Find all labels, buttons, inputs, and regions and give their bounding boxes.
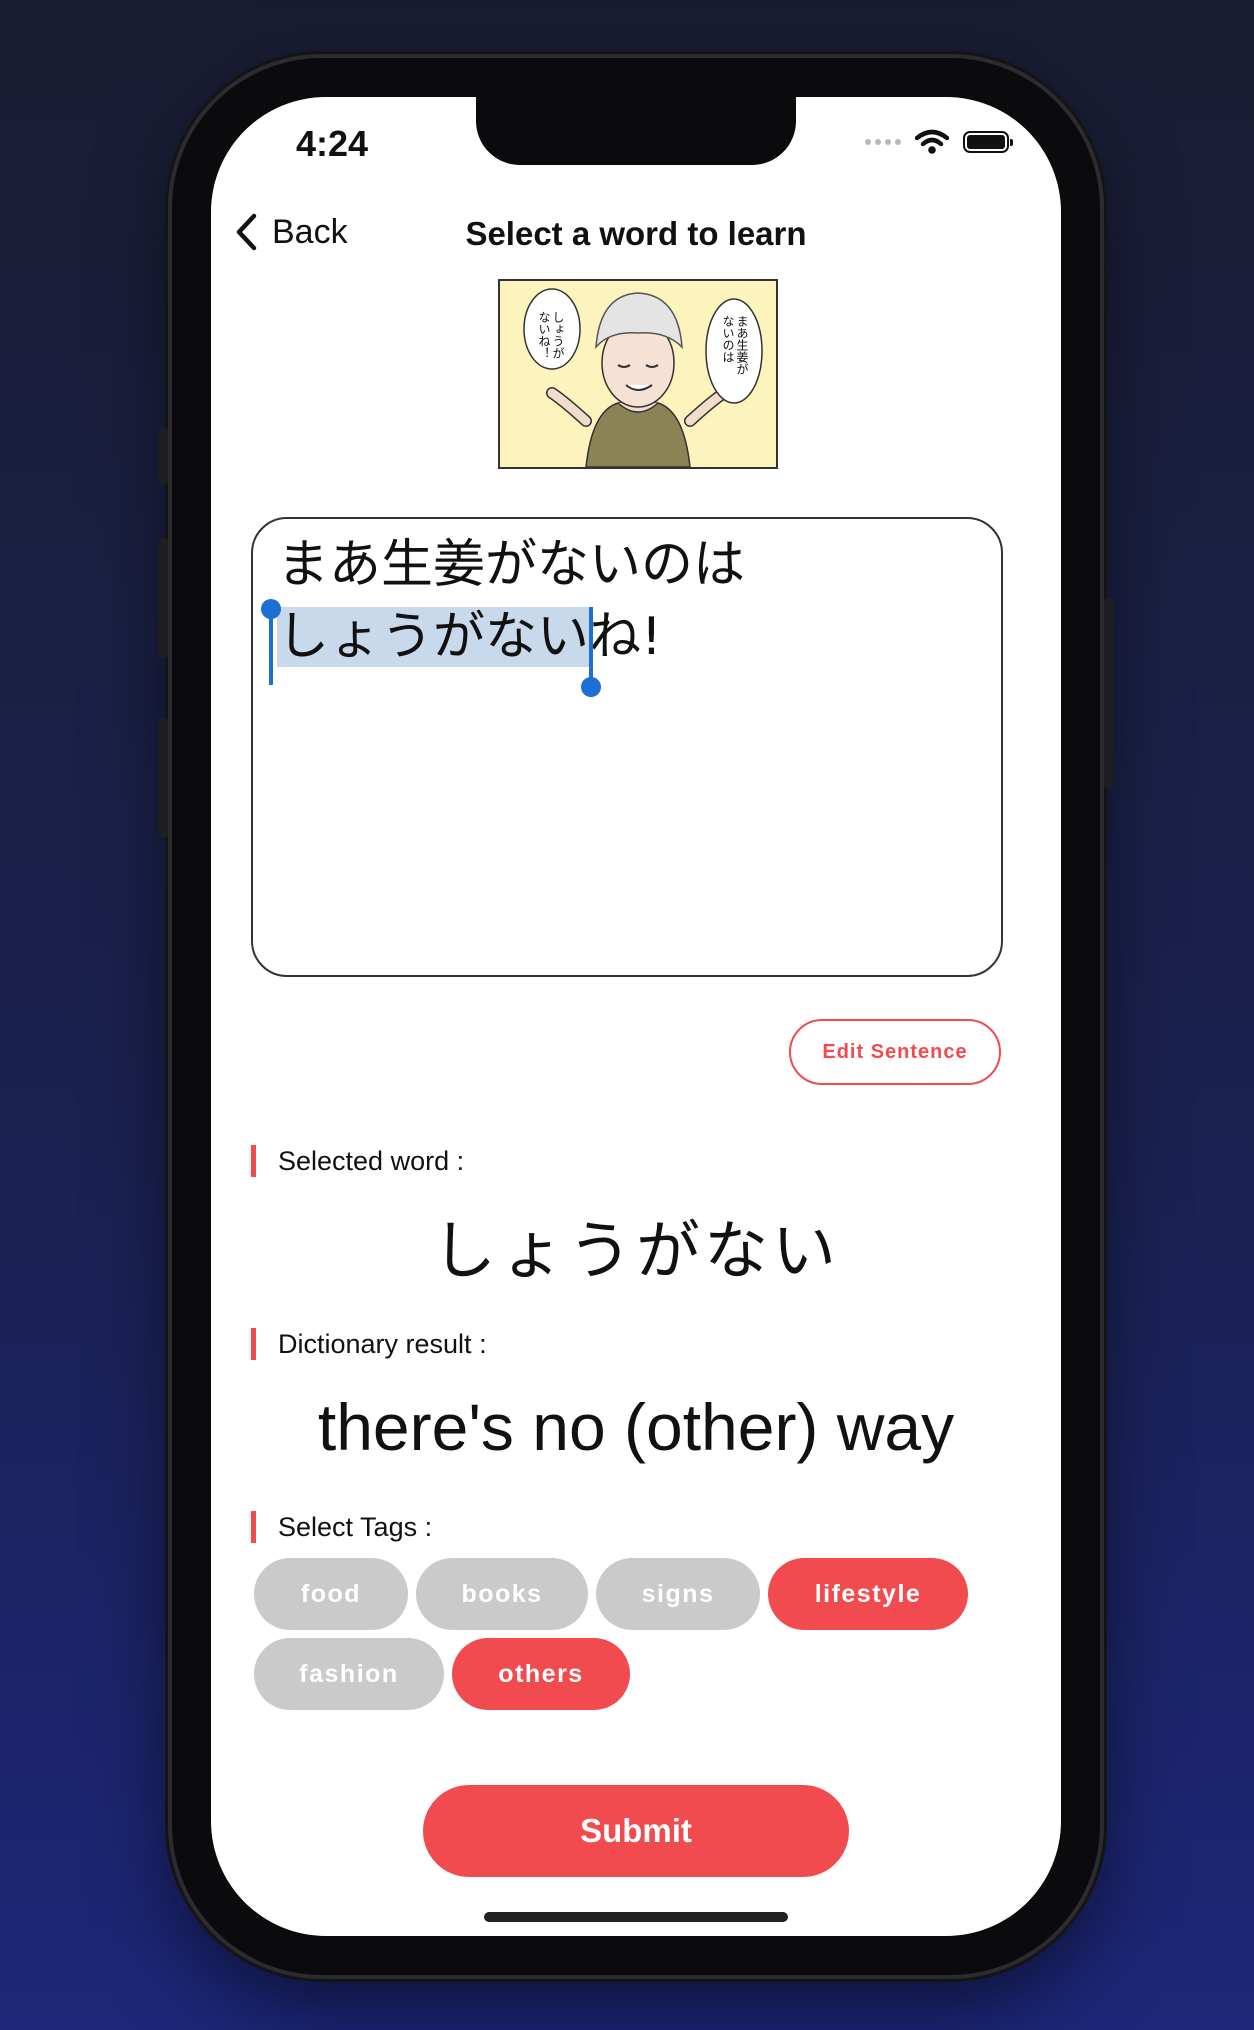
- selected-word-value: しょうがない: [432, 1215, 840, 1289]
- tag-food[interactable]: food: [254, 1558, 408, 1630]
- phone-side-button: [158, 538, 168, 658]
- status-icons: [865, 129, 1013, 155]
- selected-text-content: しょうがない: [277, 607, 590, 667]
- tag-list: food books signs lifestyle fashion other…: [254, 1558, 1014, 1710]
- selection-end-handle[interactable]: [581, 607, 602, 697]
- selected-word-label: Selected word :: [251, 1145, 464, 1177]
- dictionary-result-value: there's no (other) way: [317, 1390, 955, 1464]
- status-time: 4:24: [296, 123, 369, 164]
- tag-others[interactable]: others: [452, 1638, 630, 1710]
- wifi-icon: [915, 129, 949, 154]
- home-indicator: [484, 1912, 788, 1922]
- sentence-text-area[interactable]: まあ生姜がないのは しょうがない ね!: [251, 517, 1003, 977]
- dictionary-result-label: Dictionary result :: [251, 1328, 487, 1360]
- phone-side-button: [1104, 598, 1114, 788]
- sentence-text: まあ生姜がないのは しょうがない ね!: [261, 529, 746, 697]
- svg-text:しょうが: しょうが: [551, 311, 565, 359]
- manga-image: しょうが ないね！ まあ生姜が ないのは: [498, 279, 778, 469]
- svg-text:まあ生姜が: まあ生姜が: [735, 315, 749, 375]
- phone-side-button: [158, 718, 168, 838]
- cellular-signal-icon: [865, 139, 901, 145]
- tag-signs[interactable]: signs: [596, 1558, 760, 1630]
- svg-text:ないね！: ないね！: [537, 311, 551, 359]
- selection-start-handle[interactable]: [261, 599, 281, 685]
- phone-frame: 4:24 Back Select a word to learn しょうが ない…: [158, 58, 1114, 1975]
- sentence-line-1: まあ生姜がないのは: [277, 535, 746, 595]
- notch: [476, 97, 796, 165]
- phone-side-button: [158, 428, 168, 484]
- tag-books[interactable]: books: [416, 1558, 588, 1630]
- edit-sentence-button[interactable]: Edit Sentence: [789, 1019, 1001, 1085]
- selected-text[interactable]: しょうがない: [261, 599, 602, 697]
- select-tags-label: Select Tags :: [251, 1511, 432, 1543]
- tag-fashion[interactable]: fashion: [254, 1638, 444, 1710]
- unselected-text: ね!: [589, 607, 662, 667]
- sentence-line-2: しょうがない ね!: [261, 599, 745, 697]
- battery-icon: [963, 131, 1013, 153]
- submit-button[interactable]: Submit: [423, 1785, 849, 1877]
- tag-lifestyle[interactable]: lifestyle: [768, 1558, 968, 1630]
- app-screen: 4:24 Back Select a word to learn しょうが ない…: [211, 97, 1061, 1936]
- svg-text:ないのは: ないのは: [721, 315, 735, 363]
- page-title: Select a word to learn: [465, 215, 807, 252]
